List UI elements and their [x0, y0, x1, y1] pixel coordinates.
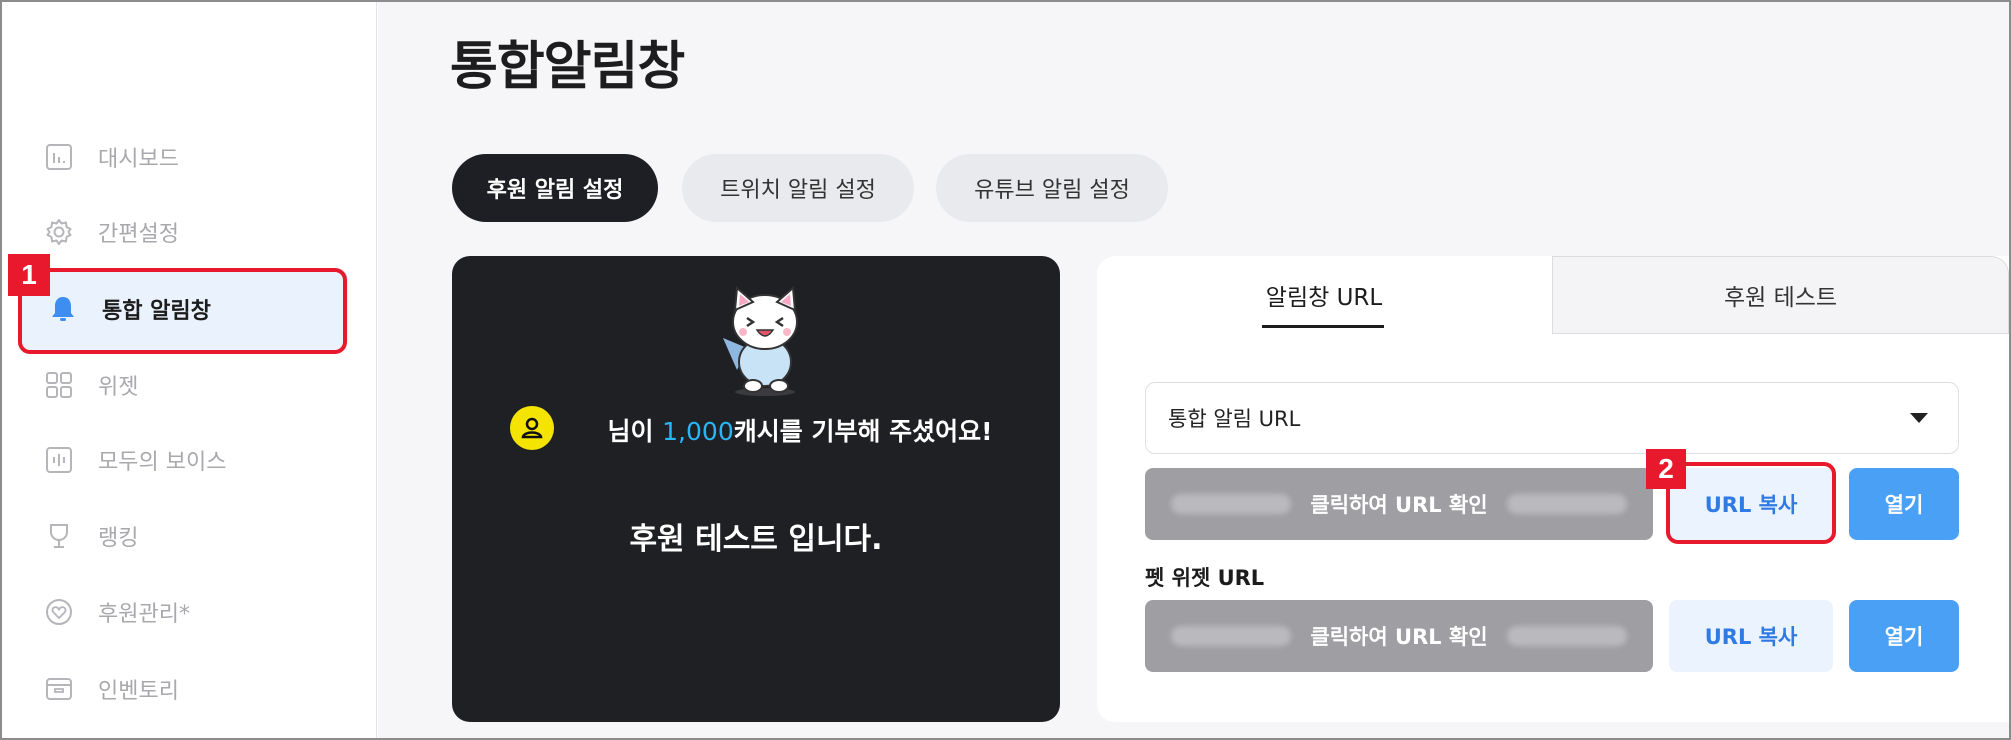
grid-icon [42, 368, 76, 402]
integrated-url-reveal[interactable]: 클릭하여 URL 확인 [1145, 468, 1653, 540]
url-reveal-label: 클릭하여 URL 확인 [1310, 625, 1488, 649]
sidebar-item-label: 대시보드 [98, 147, 179, 172]
donation-sub-message: 후원 테스트 입니다. [629, 522, 883, 557]
trophy-icon [42, 519, 76, 553]
tab-donation-alert-settings[interactable]: 후원 알림 설정 [452, 154, 658, 222]
select-value: 통합 알림 URL [1168, 407, 1301, 431]
donation-message-text: 님이 [607, 417, 663, 446]
panel-tabs: 알림창 URL 후원 테스트 [1097, 256, 2009, 334]
sidebar-item-label: 모두의 보이스 [98, 450, 227, 475]
donation-amount: 1,000 [662, 417, 734, 446]
tab-donation-test[interactable]: 후원 테스트 [1552, 256, 2009, 334]
pet-widget-url-label: 펫 위젯 URL [1145, 566, 1265, 590]
user-avatar-icon [510, 406, 554, 450]
sidebar-item-voice[interactable]: 모두의 보이스 [42, 435, 342, 485]
blurred-url-text [1507, 626, 1627, 646]
blurred-url-text [1171, 494, 1291, 514]
sidebar-item-label: 위젯 [98, 375, 139, 400]
pet-widget-url-reveal[interactable]: 클릭하여 URL 확인 [1145, 600, 1653, 672]
url-settings-panel: 알림창 URL 후원 테스트 통합 알림 URL 클릭하여 URL 확인 URL… [1097, 256, 2009, 722]
tab-twitch-alert-settings[interactable]: 트위치 알림 설정 [682, 154, 914, 222]
sidebar-item-donation-manage[interactable]: 후원관리* [42, 587, 342, 637]
url-type-select[interactable]: 통합 알림 URL [1145, 382, 1959, 454]
gear-icon [42, 215, 76, 249]
sidebar-item-label: 인벤토리 [98, 679, 179, 704]
blurred-url-text [1507, 494, 1627, 514]
page-title: 통합알림창 [450, 37, 685, 97]
sidebar-item-label: 후원관리* [98, 602, 190, 627]
step-badge-1: 1 [8, 254, 50, 296]
sidebar-item-label: 랭킹 [98, 526, 139, 551]
url-reveal-label: 클릭하여 URL 확인 [1310, 493, 1488, 517]
blurred-url-text [1171, 626, 1291, 646]
highlight-box-1 [18, 268, 347, 354]
open-pet-url-button[interactable]: 열기 [1849, 600, 1959, 672]
main-content: 통합알림창 후원 알림 설정 트위치 알림 설정 유튜브 알림 설정 님이 1,… [378, 2, 2009, 738]
sidebar: 대시보드 간편설정 통합 알림창 위젯 모두의 보이스 랭킹 후원관리* 인벤토… [2, 2, 377, 738]
active-tab-underline [1262, 325, 1384, 328]
sidebar-item-quick-settings[interactable]: 간편설정 [42, 207, 342, 257]
donation-message: 님이 1,000캐시를 기부해 주셨어요! [600, 413, 1000, 451]
caret-down-icon [1910, 413, 1928, 423]
highlight-box-2 [1666, 462, 1836, 544]
waveform-icon [42, 443, 76, 477]
alert-preview: 님이 1,000캐시를 기부해 주셨어요! 후원 테스트 입니다. [452, 256, 1060, 722]
sidebar-item-ranking[interactable]: 랭킹 [42, 511, 342, 561]
donation-message-text: 캐시를 기부해 주셨어요! [733, 417, 993, 446]
sidebar-item-widget[interactable]: 위젯 [42, 360, 342, 410]
copy-pet-url-button[interactable]: URL 복사 [1669, 600, 1833, 672]
tab-label: 알림창 URL [1265, 285, 1383, 311]
tab-youtube-alert-settings[interactable]: 유튜브 알림 설정 [936, 154, 1168, 222]
step-badge-2: 2 [1646, 449, 1686, 489]
sidebar-item-inventory[interactable]: 인벤토리 [42, 664, 342, 714]
sidebar-item-label: 간편설정 [98, 222, 179, 247]
open-url-button[interactable]: 열기 [1849, 468, 1959, 540]
heart-icon [42, 595, 76, 629]
box-icon [42, 672, 76, 706]
tab-alert-url[interactable]: 알림창 URL [1097, 256, 1551, 334]
sidebar-item-dashboard[interactable]: 대시보드 [42, 132, 342, 182]
chart-icon [42, 140, 76, 174]
cat-mascot-icon [723, 285, 798, 396]
